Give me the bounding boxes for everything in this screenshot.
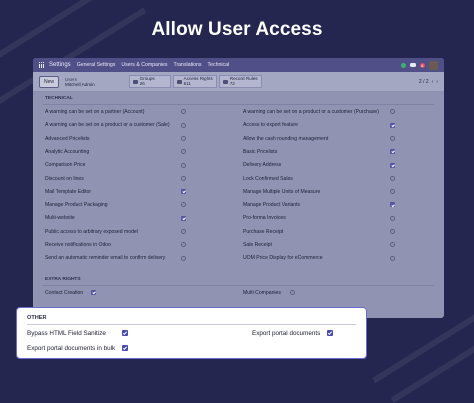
breadcrumb-current: Mitchell Admin [65, 81, 95, 87]
permission-label: Analytic Accounting [45, 148, 90, 155]
user-avatar[interactable] [429, 60, 438, 70]
smart-buttons: Groups 26 Access Rights 511 Record Rules 72 [128, 74, 262, 89]
access-rights-icon [176, 79, 182, 84]
section-title-other: OTHER [27, 315, 47, 321]
pager-prev-icon[interactable]: ‹ [432, 79, 434, 85]
permission-label: Receive notifications in Odoo [45, 242, 111, 248]
stat-value: 72 [229, 80, 235, 86]
section-title-technical: TECHNICAL [45, 96, 73, 101]
apps-menu-icon[interactable] [39, 62, 45, 68]
permission-label: Basic Pricelists [243, 148, 278, 155]
permission-label: Multi Companies [243, 290, 281, 296]
permission-checkbox[interactable] [390, 122, 395, 128]
permission-checkbox[interactable] [390, 162, 395, 168]
permission-label: Advanced Pricelists [45, 135, 90, 142]
access-rights-smart-button[interactable]: Access Rights 511 [172, 74, 217, 89]
permission-checkbox[interactable] [390, 242, 395, 248]
permission-label: Discount on lines [45, 175, 84, 182]
groups-icon [132, 79, 138, 84]
top-navbar: Settings General Settings Users & Compan… [33, 58, 444, 72]
permission-label: Export portal documents [252, 330, 321, 337]
app-window: Settings General Settings Users & Compan… [33, 58, 444, 318]
permission-label: Lock Confirmed Sales [243, 175, 293, 182]
section-title-extra-rights: EXTRA RIGHTS [45, 277, 81, 282]
permission-checkbox[interactable] [390, 202, 395, 208]
permission-label: A warning can be set on a product or a c… [243, 109, 379, 115]
permission-checkbox[interactable] [181, 189, 186, 195]
permission-label: UOM Price Display for eCommerce [243, 255, 323, 262]
permission-checkbox[interactable] [181, 149, 186, 155]
permission-checkbox[interactable] [181, 109, 186, 115]
nav-general-settings[interactable]: General Settings [77, 62, 116, 68]
section-divider [43, 285, 434, 286]
pager-value: 2 / 2 [418, 78, 429, 85]
permission-checkbox[interactable] [181, 215, 186, 221]
permission-label: Manage Product Packaging [45, 202, 108, 209]
permission-checkbox[interactable] [390, 149, 395, 155]
permission-label: Allow the cash rounding management [243, 135, 329, 142]
section-divider [27, 324, 356, 325]
chat-icon[interactable] [409, 62, 416, 68]
permission-label: Send an automatic reminder email to conf… [45, 255, 166, 262]
permission-label: Mail Template Editor [45, 188, 92, 195]
nav-technical[interactable]: Technical [208, 62, 230, 68]
record-rules-icon [222, 79, 228, 84]
permission-checkbox[interactable] [390, 175, 395, 181]
bypass-html-sanitize-checkbox[interactable] [122, 330, 128, 336]
status-icon[interactable] [400, 62, 406, 68]
page-headline: Allow User Access [151, 19, 323, 40]
permission-checkbox[interactable] [91, 290, 96, 295]
permission-checkbox[interactable] [290, 290, 295, 295]
permission-checkbox[interactable] [390, 215, 395, 221]
new-button[interactable]: New [39, 75, 60, 88]
section-divider [43, 104, 434, 105]
permission-checkbox[interactable] [181, 229, 186, 234]
permission-checkbox[interactable] [181, 255, 186, 261]
permission-label: Access to export feature [243, 122, 298, 129]
permission-label: A warning can be set on a partner (Accou… [45, 109, 145, 115]
breadcrumb: Users Mitchell Admin [65, 77, 95, 87]
permission-checkbox[interactable] [390, 255, 395, 261]
permission-checkbox[interactable] [181, 202, 186, 208]
permission-checkbox[interactable] [390, 135, 395, 141]
permission-label: Comparison Price [45, 162, 86, 169]
permission-checkbox[interactable] [390, 189, 395, 195]
permission-checkbox[interactable] [181, 242, 186, 248]
permission-label: Manage Multiple Units of Measure [243, 188, 321, 195]
stat-value: 26 [139, 80, 145, 86]
form-sheet: TECHNICAL A warning can be set on a part… [33, 92, 444, 318]
permission-label: Sale Receipt [243, 242, 272, 248]
permission-checkbox[interactable] [181, 162, 186, 168]
permission-label: A warning can be set on a product or a c… [45, 122, 170, 129]
permission-label: Delivery Address [243, 162, 282, 169]
permission-checkbox[interactable] [181, 122, 186, 128]
permission-checkbox[interactable] [390, 109, 395, 115]
permission-label: Manage Product Variants [243, 202, 301, 209]
permission-label: Public access to arbitrary exposed model [45, 228, 138, 235]
nav-users-companies[interactable]: Users & Companies [121, 62, 167, 68]
permission-label: Export portal documents in bulk [27, 345, 116, 352]
permission-checkbox[interactable] [181, 135, 186, 141]
permission-label: Bypass HTML Field Sanitize [27, 330, 106, 337]
permission-label: Pro-forma Invoices [243, 215, 286, 222]
permission-label: Purchase Receipt [243, 228, 284, 235]
export-portal-bulk-checkbox[interactable] [122, 345, 128, 351]
permission-label: Multi-website [45, 215, 75, 222]
control-panel: New Users Mitchell Admin Groups 26 Access… [33, 72, 444, 92]
permission-checkbox[interactable] [390, 229, 395, 234]
permission-checkbox[interactable] [181, 175, 186, 181]
groups-smart-button[interactable]: Groups 26 [128, 74, 171, 89]
nav-translations[interactable]: Translations [173, 62, 201, 68]
permission-label: Contact Creation [45, 290, 84, 296]
stat-value: 511 [183, 80, 191, 86]
pager: 2 / 2 ‹ › [419, 79, 438, 85]
export-portal-documents-checkbox[interactable] [327, 330, 333, 336]
pager-next-icon[interactable]: › [436, 79, 438, 85]
record-rules-smart-button[interactable]: Record Rules 72 [218, 74, 262, 89]
other-permissions-panel: OTHER Bypass HTML Field Sanitize Export … [16, 307, 367, 359]
app-name[interactable]: Settings [49, 62, 71, 68]
notification-badge: 8 [419, 62, 425, 68]
